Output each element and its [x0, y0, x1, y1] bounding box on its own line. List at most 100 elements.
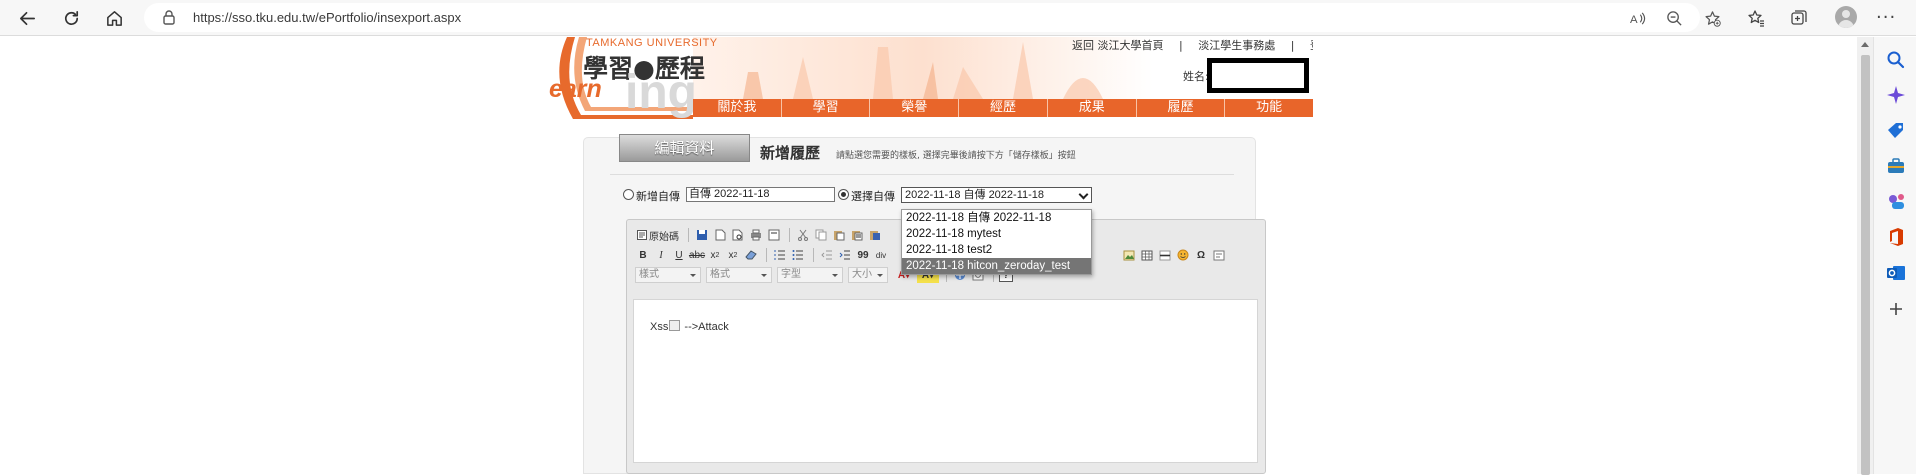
horizontal-rule-icon	[1159, 250, 1171, 260]
copy-icon	[815, 229, 827, 241]
special-char-button[interactable]: Ω	[1193, 247, 1209, 263]
smiley-button[interactable]	[1175, 247, 1191, 263]
url-text[interactable]: https://sso.tku.edu.tw/ePortfolio/insexp…	[193, 3, 461, 32]
outdent-button[interactable]	[819, 247, 835, 263]
more-menu-icon[interactable]: ···	[1876, 7, 1896, 28]
superscript-button[interactable]: x2	[725, 247, 741, 263]
preview-button[interactable]	[730, 227, 746, 243]
back-button[interactable]	[14, 5, 40, 31]
dropdown-option[interactable]: 2022-11-18 mytest	[902, 226, 1091, 242]
iframe-icon	[1213, 250, 1225, 260]
nav-achievements[interactable]: 成果	[1048, 99, 1137, 117]
autobiography-select[interactable]: 2022-11-18 自傳 2022-11-18	[901, 187, 1092, 203]
content-xss-text: Xss	[650, 321, 669, 333]
collections-button[interactable]	[1787, 6, 1811, 30]
outlook-icon[interactable]	[1886, 263, 1906, 283]
paste-text-button[interactable]	[849, 227, 865, 243]
content-attack-text: -->Attack	[684, 321, 729, 333]
bulleted-list-button[interactable]	[790, 247, 806, 263]
read-aloud-button[interactable]: A	[1627, 8, 1647, 28]
editor-content-area[interactable]: Xss -->Attack	[633, 299, 1258, 463]
font-combo[interactable]: 字型	[777, 267, 843, 283]
paste-word-icon	[870, 231, 880, 240]
page-content: TAMKANG UNIVERSITY 學習●歷程 earn ing 返回 淡江大…	[0, 37, 1857, 474]
favorites-button[interactable]	[1744, 6, 1768, 30]
new-autobiography-radio[interactable]	[623, 189, 634, 200]
edit-data-tab[interactable]: 編輯資料	[619, 134, 750, 162]
shopping-tag-icon[interactable]	[1886, 121, 1906, 141]
create-div-button[interactable]: div	[873, 247, 889, 263]
numbered-list-icon	[774, 250, 785, 260]
collections-icon	[1791, 10, 1807, 25]
search-icon[interactable]	[1886, 50, 1906, 70]
tools-briefcase-icon[interactable]	[1886, 156, 1906, 176]
underline-button[interactable]: U	[671, 247, 687, 263]
italic-button[interactable]: I	[653, 247, 669, 263]
nav-experience[interactable]: 經歷	[959, 99, 1048, 117]
scroll-thumb[interactable]	[1861, 55, 1870, 475]
games-icon[interactable]	[1886, 192, 1906, 212]
address-bar[interactable]: https://sso.tku.edu.tw/ePortfolio/insexp…	[144, 3, 1721, 32]
bold-button[interactable]: B	[635, 247, 651, 263]
iframe-button[interactable]	[1211, 247, 1227, 263]
home-icon	[106, 10, 122, 26]
dropdown-option[interactable]: 2022-11-18 test2	[902, 242, 1091, 258]
templates-button[interactable]	[766, 227, 782, 243]
copy-button[interactable]	[813, 227, 829, 243]
size-combo[interactable]: 大小	[848, 267, 888, 283]
new-autobiography-input[interactable]: 自傳 2022-11-18	[686, 187, 835, 202]
image-button[interactable]	[1121, 247, 1137, 263]
save-button[interactable]	[694, 227, 710, 243]
cut-button[interactable]	[795, 227, 811, 243]
nav-learning[interactable]: 學習	[782, 99, 871, 117]
toolbar-separator	[813, 248, 814, 262]
top-links: 返回 淡江大學首頁 | 淡江學生事務處 | 登出	[1066, 37, 1313, 53]
style-combo[interactable]: 樣式	[635, 267, 701, 283]
add-favorite-button[interactable]	[1702, 8, 1722, 28]
office-icon[interactable]	[1886, 227, 1906, 247]
table-button[interactable]	[1139, 247, 1155, 263]
page-scrollbar[interactable]	[1857, 37, 1873, 475]
templates-icon	[768, 229, 780, 241]
horizontal-rule-button[interactable]	[1157, 247, 1173, 263]
bulleted-list-icon	[792, 250, 803, 260]
refresh-button[interactable]	[58, 5, 84, 31]
save-icon	[697, 230, 707, 240]
indent-button[interactable]	[837, 247, 853, 263]
nav-honors[interactable]: 榮譽	[870, 99, 960, 117]
format-combo[interactable]: 格式	[706, 267, 772, 283]
print-icon	[751, 229, 761, 241]
select-autobiography-radio[interactable]	[838, 189, 849, 200]
zoom-out-button[interactable]	[1664, 8, 1684, 28]
link-student-affairs[interactable]: 淡江學生事務處	[1198, 39, 1275, 52]
print-button[interactable]	[748, 227, 764, 243]
home-button[interactable]	[101, 5, 127, 31]
add-sidebar-app-icon[interactable]	[1886, 299, 1906, 319]
link-logout[interactable]: 登出	[1310, 39, 1313, 52]
profile-avatar[interactable]	[1835, 6, 1857, 28]
remove-format-button[interactable]	[743, 247, 759, 263]
copilot-sparkle-icon[interactable]	[1886, 85, 1906, 105]
numbered-list-button[interactable]	[772, 247, 788, 263]
read-aloud-icon: A	[1629, 11, 1645, 26]
subscript-button[interactable]: x2	[707, 247, 723, 263]
browser-toolbar: https://sso.tku.edu.tw/ePortfolio/insexp…	[0, 0, 1916, 36]
dropdown-option[interactable]: 2022-11-18 自傳 2022-11-18	[902, 210, 1091, 226]
refresh-icon	[64, 10, 78, 25]
main-nav: 關於我 學習 榮譽 經歷 成果 履歷 功能	[693, 99, 1313, 117]
dropdown-option-highlighted[interactable]: 2022-11-18 hitcon_zeroday_test	[902, 258, 1091, 274]
paste-button[interactable]	[831, 227, 847, 243]
source-button[interactable]: 原始碼	[635, 227, 681, 243]
new-page-button[interactable]	[712, 227, 728, 243]
nav-about-me[interactable]: 關於我	[693, 99, 782, 117]
lock-icon[interactable]	[162, 10, 176, 25]
strikethrough-button[interactable]: abc	[689, 247, 705, 263]
nav-functions[interactable]: 功能	[1225, 99, 1313, 117]
redacted-name-box	[1207, 58, 1309, 93]
link-tku-home[interactable]: 返回 淡江大學首頁	[1072, 39, 1164, 52]
scroll-up-arrow-icon[interactable]	[1861, 42, 1869, 47]
site-banner: TAMKANG UNIVERSITY 學習●歷程 earn ing 返回 淡江大…	[543, 37, 1313, 119]
nav-resume[interactable]: 履歷	[1137, 99, 1226, 117]
blockquote-button[interactable]: 99	[855, 247, 871, 263]
paste-word-button[interactable]	[867, 227, 883, 243]
